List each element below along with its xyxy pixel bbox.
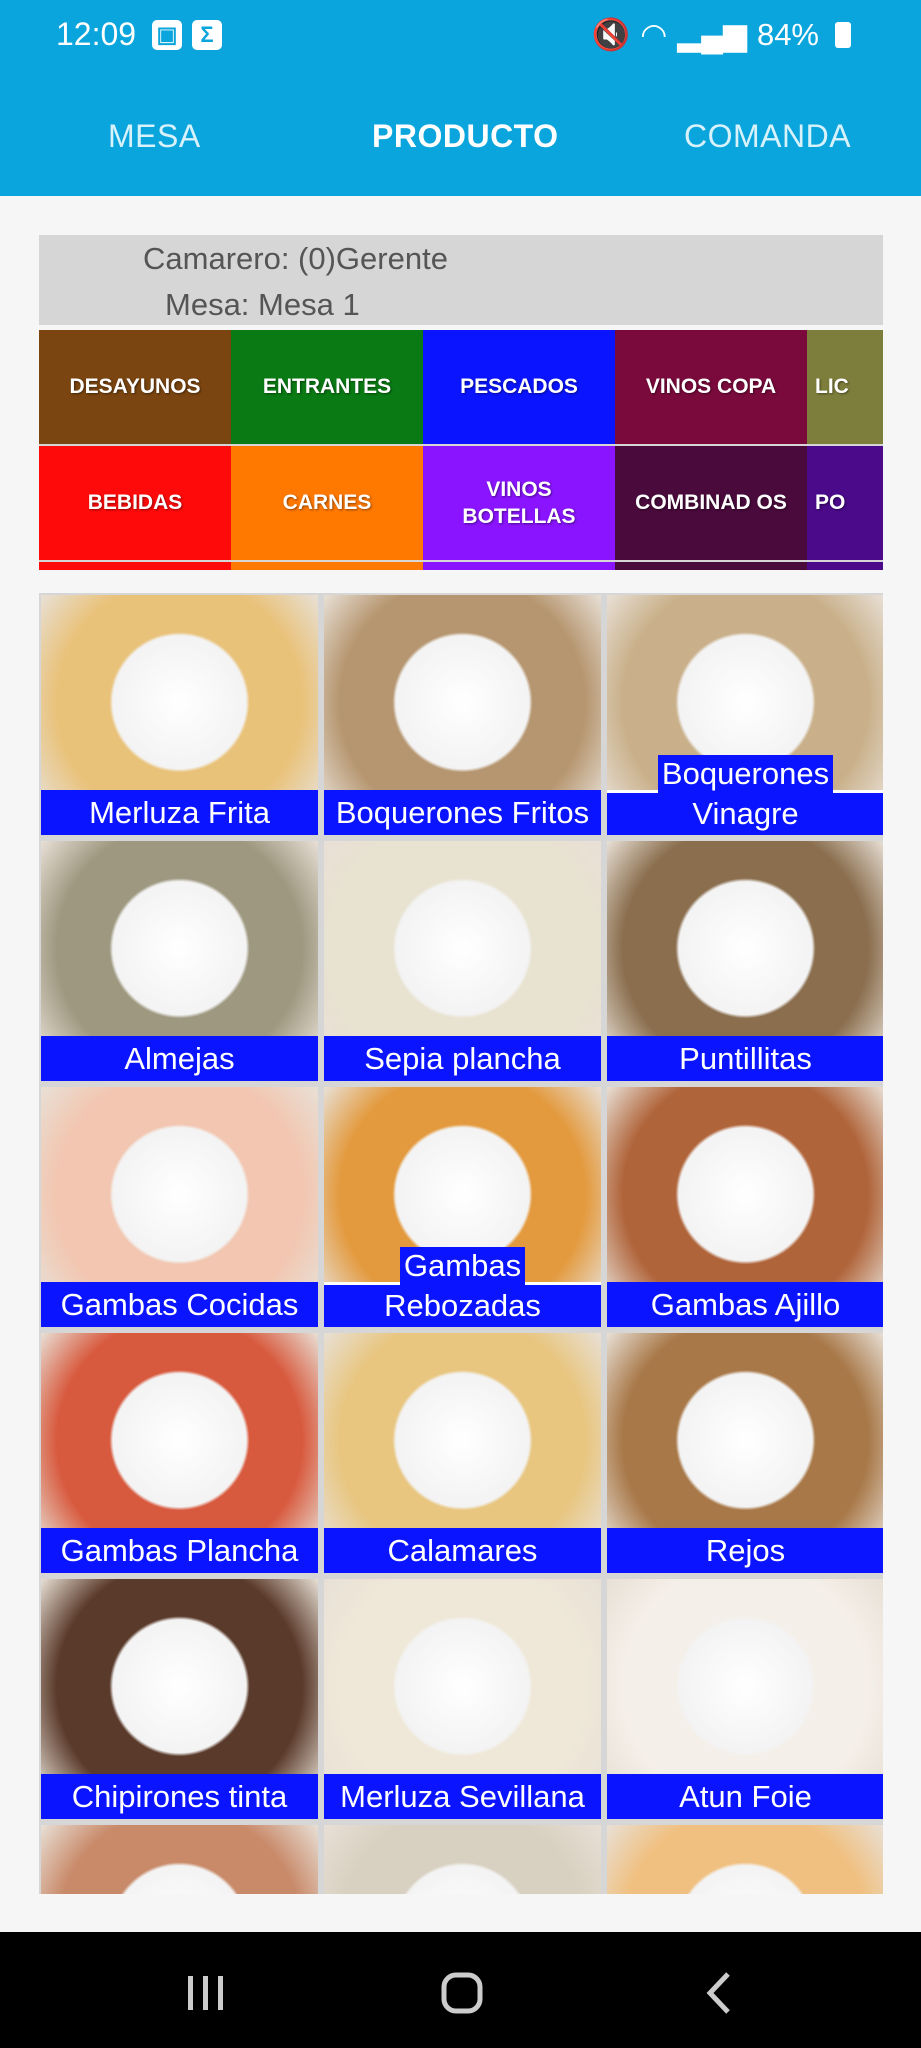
tuna-foie-photo	[607, 1579, 883, 1774]
tab-comanda[interactable]: COMANDA	[684, 118, 851, 155]
product-tile[interactable]: Gambas Cocidas	[41, 1087, 318, 1327]
category-bebidas-button[interactable]: BEBIDAS	[39, 446, 231, 560]
battery-percent: 84%	[756, 16, 819, 52]
grilled-prawns-photo	[41, 1333, 318, 1528]
product-name: Chipirones tinta	[41, 1774, 318, 1819]
product-name: Merluza Sevillana	[324, 1774, 601, 1819]
signal-icon: ▂▄▆	[677, 16, 747, 52]
category-scroll-strip	[39, 562, 883, 570]
status-indicators: 🔇 ◠ ▂▄▆ 84%	[592, 16, 851, 53]
product-tile[interactable]: Merluza Sevillana	[324, 1579, 601, 1819]
product-tile[interactable]: Gambas Plancha	[41, 1333, 318, 1573]
category-desayunos-button[interactable]: DESAYUNOS	[39, 330, 231, 444]
fried-fish-photo	[607, 1825, 883, 1894]
product-tile[interactable]: Gambas Rebozadas	[324, 1087, 601, 1327]
product-name: Merluza Frita	[41, 790, 318, 835]
boiled-prawns-photo	[41, 1087, 318, 1282]
product-tile[interactable]: Merluza Frita	[41, 595, 318, 835]
clams-photo	[41, 841, 318, 1036]
squid-in-ink-photo	[41, 1579, 318, 1774]
product-tile[interactable]: Atun Foie	[607, 1579, 883, 1819]
product-name: Rejos	[607, 1528, 883, 1573]
product-tile[interactable]: Gambas Ajillo	[607, 1087, 883, 1327]
fried-baby-squid-photo	[607, 841, 883, 1036]
product-name: Gambas Rebozadas	[324, 1247, 601, 1327]
fried-octopus-tentacles-photo	[607, 1333, 883, 1528]
tab-mesa[interactable]: MESA	[108, 118, 201, 155]
fried-calamari-photo	[324, 1333, 601, 1528]
mute-icon: 🔇	[591, 17, 631, 52]
system-nav-bar	[0, 1932, 921, 2048]
category-strip-segment	[39, 562, 231, 570]
table-label: Mesa: Mesa 1	[165, 287, 360, 322]
product-name: Boquerones Fritos	[324, 790, 601, 835]
category-combinados-button[interactable]: COMBINAD OS	[615, 446, 807, 560]
product-name: Almejas	[41, 1036, 318, 1081]
product-name: Gambas Cocidas	[41, 1282, 318, 1327]
product-tile[interactable]: Boquerones Vinagre	[607, 595, 883, 835]
product-tile[interactable]	[41, 1825, 318, 1894]
product-name-line2: Rebozadas	[324, 1285, 601, 1327]
fish-plate-photo	[324, 1825, 601, 1894]
category-grid: DESAYUNOS ENTRANTES PESCADOS VINOS COPA …	[39, 330, 883, 570]
octopus-dish-photo	[41, 1825, 318, 1894]
order-info-panel: Camarero: (0)Gerente Mesa: Mesa 1	[39, 235, 883, 325]
category-carnes-button[interactable]: CARNES	[231, 446, 423, 560]
category-vinos-botellas-button[interactable]: VINOS BOTELLAS	[423, 446, 615, 560]
hake-sevillana-photo	[324, 1579, 601, 1774]
home-icon[interactable]	[432, 1968, 492, 2018]
product-tile[interactable]: Almejas	[41, 841, 318, 1081]
back-icon[interactable]	[690, 1968, 750, 2018]
category-strip-segment	[231, 562, 423, 570]
product-tile[interactable]: Boquerones Fritos	[324, 595, 601, 835]
product-name: Gambas Ajillo	[607, 1282, 883, 1327]
category-postres-button[interactable]: PO	[807, 446, 883, 560]
product-name: Puntillitas	[607, 1036, 883, 1081]
product-tile[interactable]: Chipirones tinta	[41, 1579, 318, 1819]
gallery-icon: ▣	[152, 20, 182, 50]
grilled-cuttlefish-photo	[324, 841, 601, 1036]
category-licores-button[interactable]: LIC	[807, 330, 883, 444]
product-tile[interactable]: Puntillitas	[607, 841, 883, 1081]
product-name: Boquerones Vinagre	[607, 755, 883, 835]
product-name: Calamares	[324, 1528, 601, 1573]
battery-icon	[835, 21, 851, 48]
garlic-prawns-photo	[607, 1087, 883, 1282]
product-name: Sepia plancha	[324, 1036, 601, 1081]
fried-hake-photo	[41, 595, 318, 790]
product-tile[interactable]: Calamares	[324, 1333, 601, 1573]
product-tile[interactable]	[607, 1825, 883, 1894]
wifi-icon: ◠	[640, 16, 668, 52]
product-name-line1: Boquerones	[657, 755, 834, 793]
product-tile[interactable]: Sepia plancha	[324, 841, 601, 1081]
category-vinos-copa-button[interactable]: VINOS COPA	[615, 330, 807, 444]
category-strip-segment	[807, 562, 883, 570]
product-name-line2: Vinagre	[607, 793, 883, 835]
recent-apps-icon[interactable]	[176, 1968, 236, 2018]
category-strip-segment	[423, 562, 615, 570]
product-tile[interactable]	[324, 1825, 601, 1894]
product-name-line1: Gambas	[399, 1247, 526, 1285]
product-grid: Merluza Frita Boquerones Fritos Boquerones…	[39, 593, 883, 1894]
tab-producto[interactable]: PRODUCTO	[372, 118, 559, 155]
app-header: 12:09 ▣ Σ 🔇 ◠ ▂▄▆ 84% MESA PRODUCTO COMA…	[0, 0, 921, 196]
category-strip-segment	[615, 562, 807, 570]
fried-anchovies-photo	[324, 595, 601, 790]
sigma-app-icon: Σ	[192, 20, 222, 50]
product-name: Gambas Plancha	[41, 1528, 318, 1573]
waiter-label: Camarero: (0)Gerente	[143, 241, 448, 276]
status-time: 12:09	[56, 16, 137, 52]
category-entrantes-button[interactable]: ENTRANTES	[231, 330, 423, 444]
product-name: Atun Foie	[607, 1774, 883, 1819]
product-tile[interactable]: Rejos	[607, 1333, 883, 1573]
category-pescados-button[interactable]: PESCADOS	[423, 330, 615, 444]
